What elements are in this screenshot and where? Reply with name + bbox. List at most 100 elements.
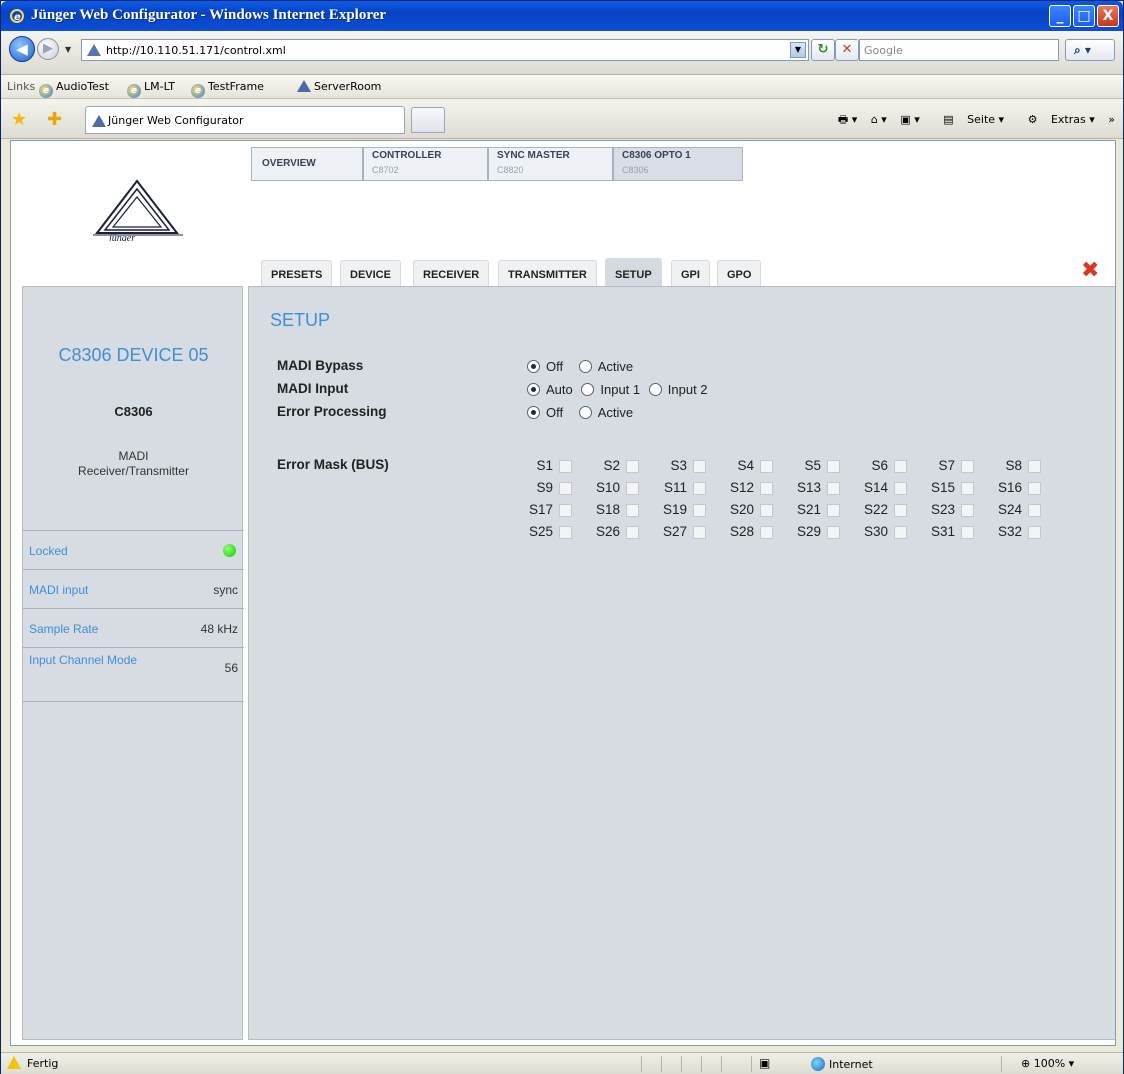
new-tab-button[interactable] — [411, 107, 445, 133]
stop-button[interactable]: ✕ — [835, 39, 859, 61]
error-mask-checkbox-s2[interactable] — [626, 460, 639, 473]
madi-input-options: Auto Input 1 Input 2 — [527, 382, 713, 397]
error-mask-checkbox-s8[interactable] — [1028, 460, 1041, 473]
error-mask-checkbox-s24[interactable] — [1028, 504, 1041, 517]
ie-page-icon: e — [127, 84, 141, 98]
device-tab-overview[interactable]: OVERVIEW — [251, 147, 363, 181]
error-mask-checkbox-s32[interactable] — [1028, 526, 1041, 539]
madi-input-auto-radio[interactable]: Auto — [527, 382, 573, 397]
forward-arrow-icon: ▶ — [43, 41, 53, 56]
setup-panel: SETUP MADI Bypass Off Active MADI Input … — [248, 286, 1115, 1040]
status-key: MADI input — [29, 583, 89, 597]
error-mask-checkbox-s5[interactable] — [827, 460, 840, 473]
tab-gpo[interactable]: GPO — [717, 260, 762, 286]
search-button[interactable]: ⌕ ▾ — [1065, 39, 1115, 61]
search-input[interactable]: Google — [859, 39, 1059, 61]
error-mask-checkbox-s14[interactable] — [894, 482, 907, 495]
error-mask-checkbox-s13[interactable] — [827, 482, 840, 495]
protected-mode-icon[interactable]: ▣ — [759, 1056, 770, 1070]
address-field[interactable]: http://10.110.51.171/control.xml ▼ — [81, 39, 809, 61]
error-mask-checkbox-s1[interactable] — [559, 460, 572, 473]
close-window-button[interactable]: X — [1097, 5, 1119, 27]
status-divider — [681, 1056, 682, 1072]
error-mask-checkbox-s3[interactable] — [693, 460, 706, 473]
error-mask-checkbox-s23[interactable] — [961, 504, 974, 517]
extras-menu[interactable]: ⚙ Extras ▾ — [1018, 113, 1095, 126]
error-mask-checkbox-s27[interactable] — [693, 526, 706, 539]
close-device-icon[interactable]: ✖ — [1081, 260, 1099, 282]
device-tab-sync-master[interactable]: SYNC MASTER C8820 — [488, 147, 613, 181]
madi-input-2-radio[interactable]: Input 2 — [648, 382, 708, 397]
tab-gpi[interactable]: GPI — [671, 260, 710, 286]
error-mask-label-s27: S27 — [662, 524, 687, 539]
browser-tab-active[interactable]: Jünger Web Configurator — [85, 106, 405, 134]
error-mask-checkbox-s16[interactable] — [1028, 482, 1041, 495]
link-label: TestFrame — [208, 80, 264, 93]
error-mask-checkbox-s26[interactable] — [626, 526, 639, 539]
error-mask-checkbox-s22[interactable] — [894, 504, 907, 517]
madi-input-1-radio[interactable]: Input 1 — [581, 382, 640, 397]
link-audiotest[interactable]: e AudioTest — [39, 80, 109, 98]
error-mask-checkbox-s21[interactable] — [827, 504, 840, 517]
tab-device[interactable]: DEVICE — [340, 260, 401, 286]
error-mask-checkbox-s6[interactable] — [894, 460, 907, 473]
error-mask-checkbox-s7[interactable] — [961, 460, 974, 473]
error-mask-checkbox-s25[interactable] — [559, 526, 572, 539]
madi-bypass-off-radio[interactable]: Off — [527, 359, 563, 374]
error-processing-off-radio[interactable]: Off — [527, 405, 563, 420]
back-button[interactable]: ◀ — [9, 36, 35, 62]
page-menu[interactable]: ▤ Seite ▾ — [933, 113, 1004, 126]
error-mask-checkbox-s29[interactable] — [827, 526, 840, 539]
error-mask-checkbox-s15[interactable] — [961, 482, 974, 495]
tab-receiver[interactable]: RECEIVER — [413, 260, 490, 286]
status-row-locked: Locked — [23, 530, 244, 569]
error-mask-checkbox-s11[interactable] — [693, 482, 706, 495]
minimize-button[interactable]: _ — [1049, 5, 1071, 27]
device-tab-controller[interactable]: CONTROLLER C8702 — [363, 147, 488, 181]
address-url[interactable]: http://10.110.51.171/control.xml — [106, 44, 286, 57]
favorites-star-icon[interactable]: ★ — [11, 109, 27, 130]
error-mask-checkbox-s4[interactable] — [760, 460, 773, 473]
link-serverroom[interactable]: ServerRoom — [297, 80, 381, 93]
page-menu-label: Seite — [967, 113, 996, 126]
refresh-button[interactable]: ↻ — [811, 39, 835, 61]
error-mask-checkbox-s18[interactable] — [626, 504, 639, 517]
radio-unchecked-icon — [648, 383, 662, 396]
zoom-control[interactable]: ⊕ 100% ▾ — [1021, 1057, 1074, 1070]
error-mask-checkbox-s17[interactable] — [559, 504, 572, 517]
security-zone[interactable]: Internet — [811, 1057, 873, 1071]
stop-icon: ✕ — [841, 42, 853, 57]
status-key: Locked — [29, 544, 68, 558]
error-processing-active-radio[interactable]: Active — [578, 405, 633, 420]
error-mask-checkbox-s19[interactable] — [693, 504, 706, 517]
error-mask-checkbox-s12[interactable] — [760, 482, 773, 495]
zoom-label: 100% — [1033, 1057, 1066, 1070]
feeds-icon[interactable]: ▣ ▾ — [900, 113, 919, 126]
error-mask-checkbox-s31[interactable] — [961, 526, 974, 539]
error-mask-checkbox-s10[interactable] — [626, 482, 639, 495]
tab-setup[interactable]: SETUP — [605, 258, 662, 286]
gear-icon: ⚙ — [1027, 113, 1038, 126]
device-tab-c8306-opto-1[interactable]: C8306 OPTO 1 C8306 — [613, 147, 743, 181]
print-icon[interactable]: 🖶 ▾ — [838, 113, 857, 126]
address-dropdown-icon[interactable]: ▼ — [790, 42, 806, 58]
error-mask-checkbox-s28[interactable] — [760, 526, 773, 539]
forward-button[interactable]: ▶ — [37, 38, 59, 60]
add-favorite-icon[interactable]: ✚ — [47, 109, 62, 130]
error-mask-checkbox-s30[interactable] — [894, 526, 907, 539]
device-description-line2: Receiver/Transmitter — [78, 464, 189, 478]
error-mask-checkbox-s9[interactable] — [559, 482, 572, 495]
warning-icon[interactable] — [7, 1056, 21, 1069]
history-dropdown-icon[interactable]: ▼ — [65, 45, 71, 54]
tab-presets[interactable]: PRESETS — [261, 260, 333, 286]
link-testframe[interactable]: e TestFrame — [191, 80, 264, 98]
chevron-more-icon[interactable]: » — [1108, 113, 1115, 126]
link-lm-lt[interactable]: e LM-LT — [127, 80, 175, 98]
tab-transmitter[interactable]: TRANSMITTER — [498, 260, 597, 286]
madi-bypass-active-radio[interactable]: Active — [578, 359, 633, 374]
error-mask-label-s28: S28 — [729, 524, 754, 539]
home-icon[interactable]: ⌂ ▾ — [871, 113, 887, 126]
error-mask-label-s9: S9 — [536, 480, 553, 495]
error-mask-checkbox-s20[interactable] — [760, 504, 773, 517]
maximize-button[interactable]: □ — [1073, 5, 1095, 27]
